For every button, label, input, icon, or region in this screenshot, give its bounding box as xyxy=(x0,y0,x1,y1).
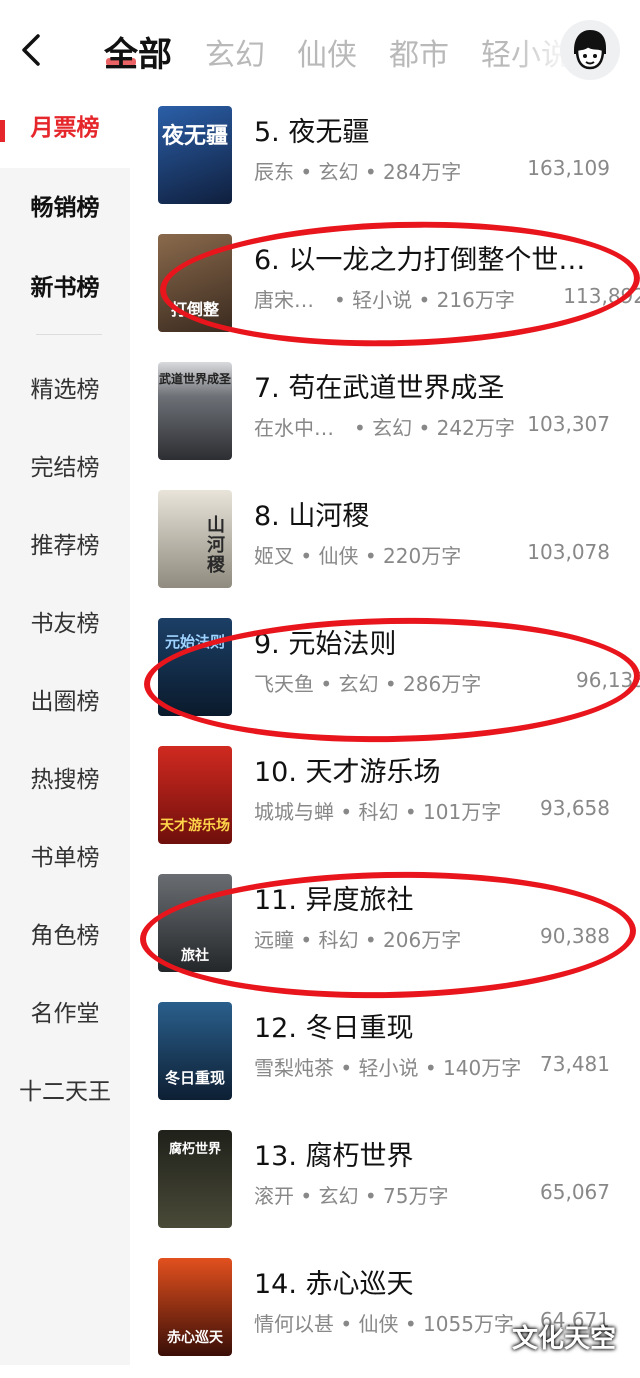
book-title: 13. 腐朽世界 xyxy=(254,1141,414,1172)
cover-title: 夜无疆 xyxy=(161,124,228,149)
book-cover[interactable]: 赤心巡天 xyxy=(158,1258,232,1356)
cover-title: 山河稷 xyxy=(207,515,225,576)
book-cover[interactable]: 冬日重现 xyxy=(158,1002,232,1100)
book-meta: 在水中… • 玄幻 • 242万字 xyxy=(254,416,515,440)
sidebar-item-monthly-ticket[interactable]: 月票榜 xyxy=(0,98,130,168)
cover-title: 赤心巡天 xyxy=(167,1330,223,1346)
vote-count: 103,307 xyxy=(527,412,610,436)
active-sidebar-marker xyxy=(0,120,5,142)
tab-xianxia[interactable]: 仙侠 xyxy=(297,30,357,74)
book-cover[interactable]: 武道世界成圣 xyxy=(158,362,232,460)
cover-title: 天才游乐场 xyxy=(160,818,230,834)
book-title: 5. 夜无疆 xyxy=(254,117,370,148)
book-meta: 雪梨炖茶 • 轻小说 • 140万字 xyxy=(254,1056,522,1080)
tab-all[interactable]: 全部 xyxy=(104,27,172,76)
sidebar-item-hall-of-fame[interactable]: 名作堂 xyxy=(0,994,130,1028)
tab-xuanhuan[interactable]: 玄幻 xyxy=(205,30,265,74)
sidebar-item-completed[interactable]: 完结榜 xyxy=(0,448,130,482)
chevron-left-icon[interactable] xyxy=(14,30,48,70)
vote-count: 73,481 xyxy=(540,1052,610,1076)
ranking-sidebar: 月票榜 畅销榜 新书榜 精选榜 完结榜 推荐榜 书友榜 出圈榜 热搜榜 书单榜 … xyxy=(0,98,130,1365)
sidebar-item-new-books[interactable]: 新书榜 xyxy=(0,268,130,302)
vote-count: 103,078 xyxy=(527,540,610,564)
top-bar: 全部 玄幻 仙侠 都市 轻小说 xyxy=(0,0,640,98)
cover-title: 冬日重现 xyxy=(164,1069,225,1087)
cover-title: 武道世界成圣 xyxy=(158,372,231,386)
tab-dushi[interactable]: 都市 xyxy=(389,30,449,74)
vote-count: 163,109 xyxy=(527,156,610,180)
sidebar-divider xyxy=(36,334,102,335)
book-title: 12. 冬日重现 xyxy=(254,1013,414,1044)
vote-count: 65,067 xyxy=(540,1180,610,1204)
sidebar-item-hot-search[interactable]: 热搜榜 xyxy=(0,760,130,794)
cover-title: 腐朽世界 xyxy=(168,1142,221,1157)
book-meta: 滚开 • 玄幻 • 75万字 xyxy=(254,1184,449,1208)
book-cover[interactable]: 天才游乐场 xyxy=(158,746,232,844)
sidebar-item-booklist[interactable]: 书单榜 xyxy=(0,838,130,872)
sidebar-item-label: 月票榜 xyxy=(30,115,100,141)
sidebar-item-featured[interactable]: 精选榜 xyxy=(0,370,130,404)
book-row[interactable]: 天才游乐场 10. 天才游乐场 城城与蝉 • 科幻 • 101万字 93,658 xyxy=(130,738,640,866)
book-cover[interactable]: 夜无疆 xyxy=(158,106,232,204)
watermark: 文化天空 xyxy=(512,1324,617,1354)
book-cover[interactable]: 山河稷 xyxy=(158,490,232,588)
sidebar-item-recommended[interactable]: 推荐榜 xyxy=(0,526,130,560)
avatar[interactable] xyxy=(560,20,620,80)
book-title: 10. 天才游乐场 xyxy=(254,757,441,788)
book-row[interactable]: 夜无疆 5. 夜无疆 辰东 • 玄幻 • 284万字 163,109 xyxy=(130,98,640,226)
book-row[interactable]: 武道世界成圣 7. 苟在武道世界成圣 在水中… • 玄幻 • 242万字 103… xyxy=(130,354,640,482)
book-meta: 姬叉 • 仙侠 • 220万字 xyxy=(254,544,462,568)
book-meta: 城城与蝉 • 科幻 • 101万字 xyxy=(254,800,502,824)
sidebar-item-reader-fans[interactable]: 书友榜 xyxy=(0,604,130,638)
vote-count: 93,658 xyxy=(540,796,610,820)
book-meta: 辰东 • 玄幻 • 284万字 xyxy=(254,160,462,184)
sidebar-item-twelve-kings[interactable]: 十二天王 xyxy=(0,1072,130,1106)
book-meta: 情何以甚 • 仙侠 • 1055万字 xyxy=(254,1312,514,1336)
book-title: 7. 苟在武道世界成圣 xyxy=(254,373,505,404)
book-cover[interactable]: 腐朽世界 xyxy=(158,1130,232,1228)
sidebar-item-breakout[interactable]: 出圈榜 xyxy=(0,682,130,716)
book-row[interactable]: 赤心巡天 14. 赤心巡天 情何以甚 • 仙侠 • 1055万字 64,671 xyxy=(130,1250,640,1378)
sidebar-item-bestseller[interactable]: 畅销榜 xyxy=(0,188,130,222)
book-title: 14. 赤心巡天 xyxy=(254,1269,414,1300)
book-row[interactable]: 腐朽世界 13. 腐朽世界 滚开 • 玄幻 • 75万字 65,067 xyxy=(130,1122,640,1250)
cartoon-avatar-icon xyxy=(574,30,606,70)
sidebar-item-characters[interactable]: 角色榜 xyxy=(0,916,130,950)
book-title: 8. 山河稷 xyxy=(254,501,370,532)
book-row[interactable]: 山河稷 8. 山河稷 姬叉 • 仙侠 • 220万字 103,078 xyxy=(130,482,640,610)
book-row[interactable]: 冬日重现 12. 冬日重现 雪梨炖茶 • 轻小说 • 140万字 73,481 xyxy=(130,994,640,1122)
